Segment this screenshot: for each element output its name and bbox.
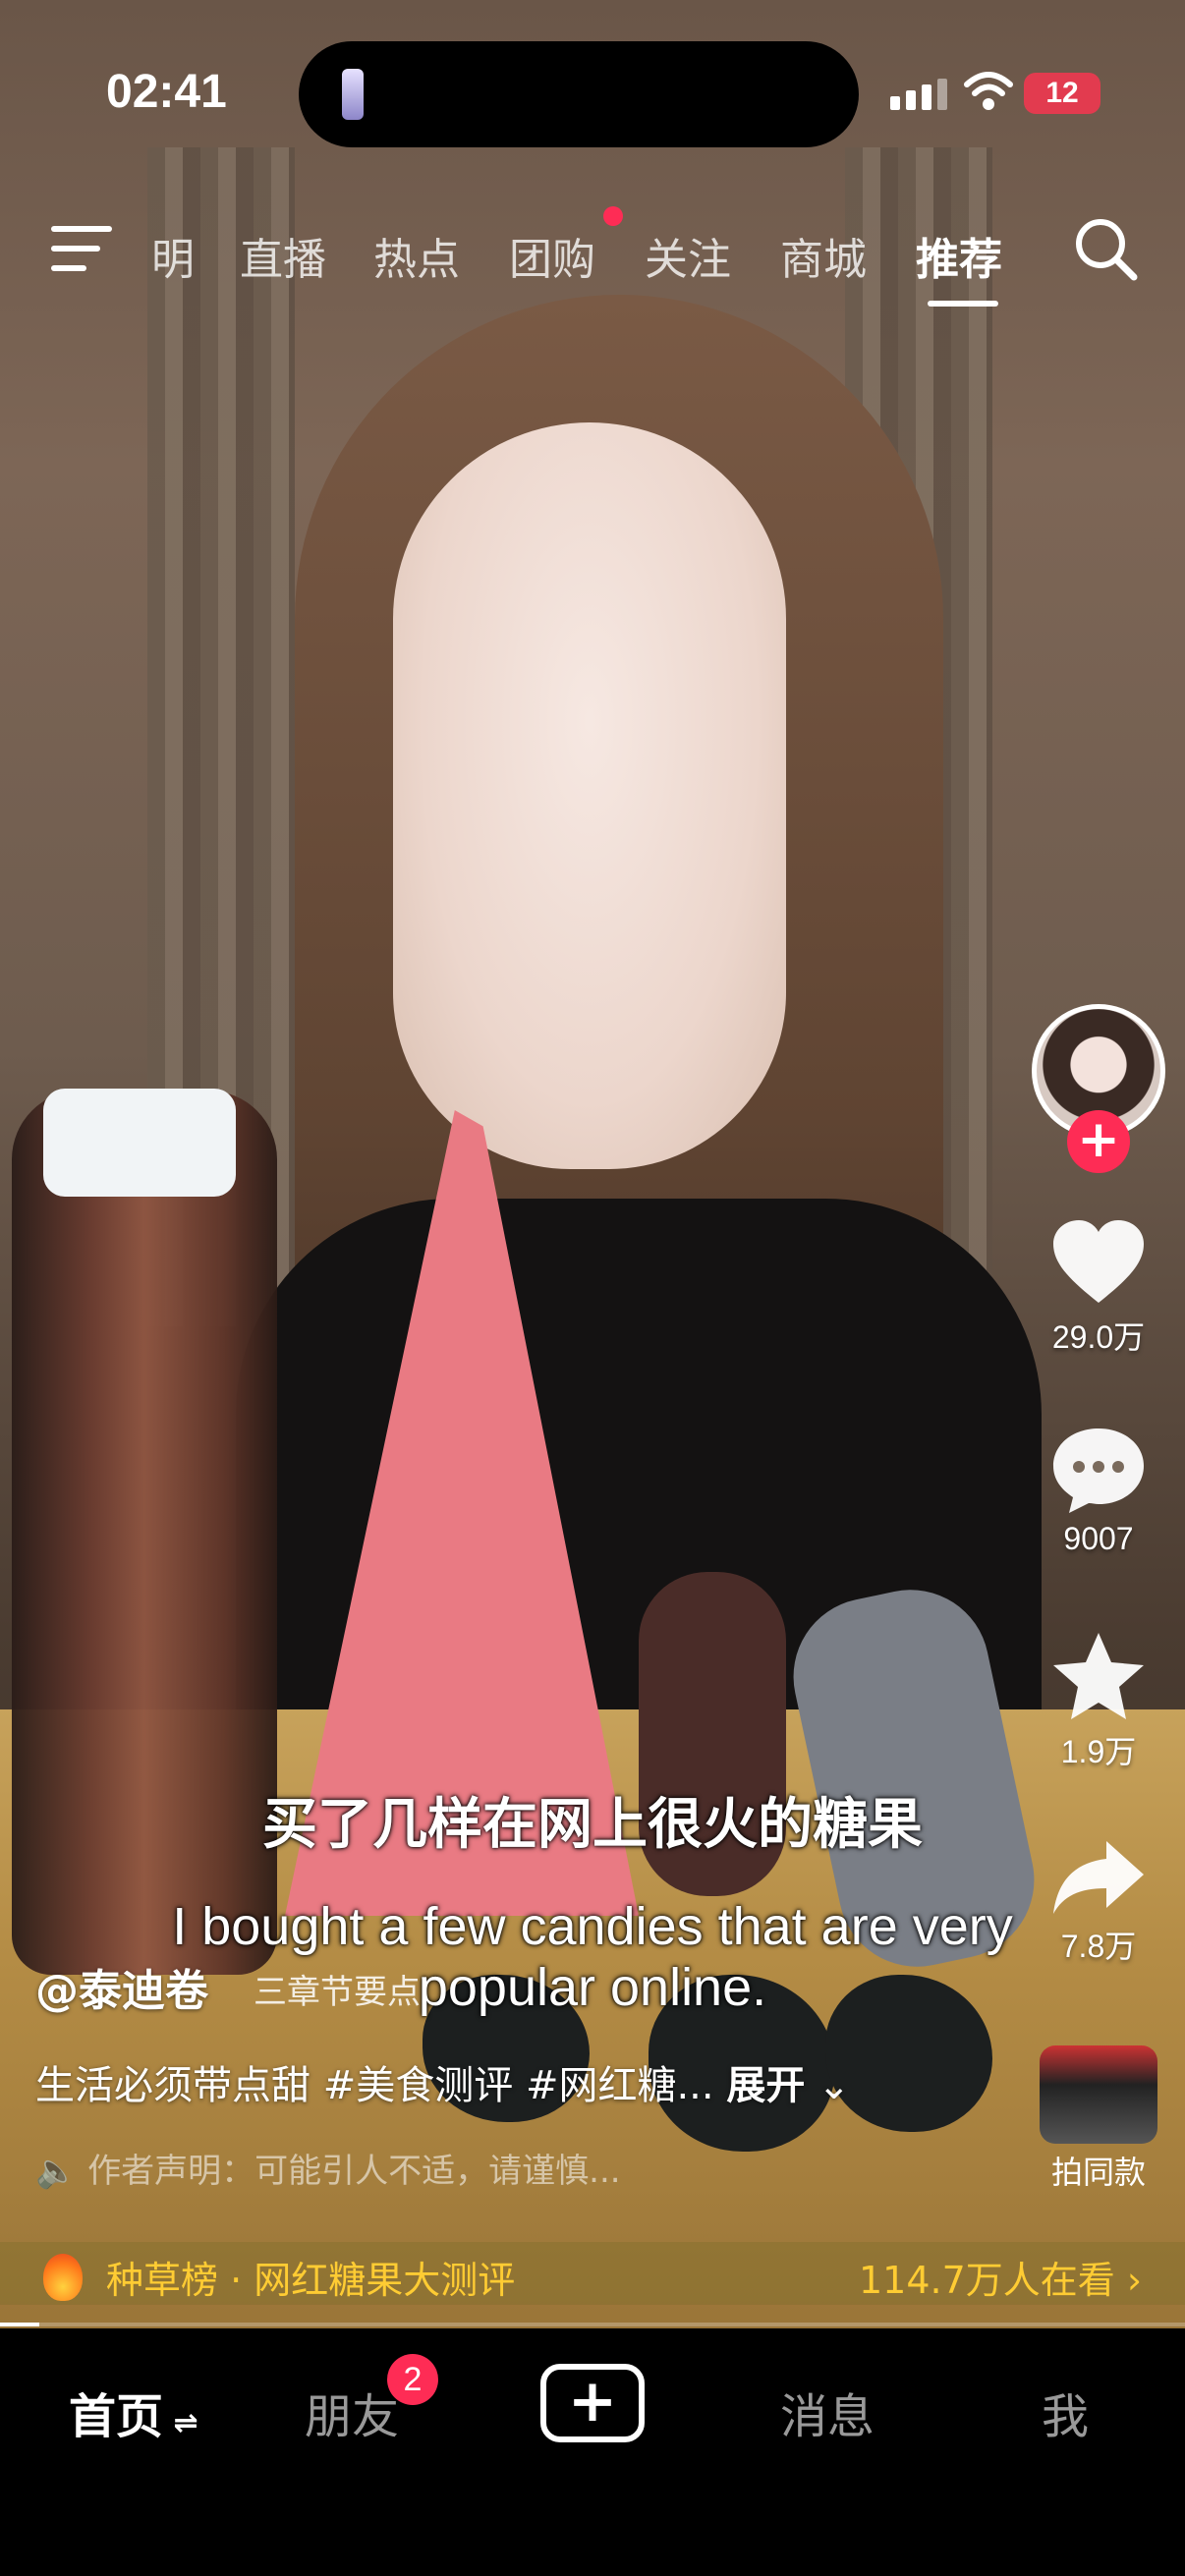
- flashlight-icon: [342, 69, 364, 120]
- notice-text: 作者声明：可能引人不适，请谨慎...: [87, 2152, 621, 2191]
- like-count: 29.0万: [1051, 1319, 1146, 1355]
- fire-icon: [43, 2254, 83, 2301]
- tab-mall[interactable]: 商城: [780, 224, 867, 287]
- wifi-icon: [964, 72, 1013, 110]
- expand-link[interactable]: 展开: [726, 2063, 805, 2108]
- nav-home[interactable]: 首页 ⇌: [69, 2378, 198, 2446]
- same-style-label: 拍同款: [1050, 2154, 1146, 2191]
- tab-recommend[interactable]: 推荐: [916, 224, 1002, 287]
- video-description[interactable]: 生活必须带点甜 #美食测评 #网红糖... 展开 ⌄: [35, 2053, 851, 2110]
- bottle-cap: [43, 1089, 236, 1197]
- video-progress-bar[interactable]: [0, 2323, 1185, 2326]
- search-icon[interactable]: [1071, 214, 1142, 285]
- music-cover-thumbnail: [1040, 2045, 1157, 2144]
- favorite-button[interactable]: 1.9万: [1012, 1631, 1185, 1772]
- create-button[interactable]: +: [540, 2364, 645, 2442]
- tab-partial[interactable]: 明: [151, 224, 195, 287]
- dynamic-island: [299, 41, 859, 147]
- chapter-points[interactable]: 三章节要点: [254, 1965, 421, 2013]
- screen: 02:41 12 明 直播 热点 团购 关注 商城 推荐 + 29.0万 900…: [0, 0, 1185, 2576]
- author-name[interactable]: @泰迪卷: [35, 1955, 208, 2018]
- star-icon: [1053, 1633, 1144, 1719]
- comment-count: 9007: [1063, 1521, 1134, 1556]
- active-tab-indicator: [928, 301, 998, 307]
- chevron-down-icon: ⌄: [818, 2063, 851, 2108]
- subtitle-chinese: 买了几样在网上很火的糖果: [262, 1793, 923, 1857]
- nav-me[interactable]: 我: [1042, 2378, 1089, 2446]
- tab-following[interactable]: 关注: [645, 224, 731, 287]
- heart-icon: [1053, 1220, 1144, 1303]
- top-nav: 明 直播 热点 团购 关注 商城 推荐: [0, 206, 1185, 307]
- switch-icon: ⇌: [163, 2406, 198, 2440]
- battery-indicator: 12: [1024, 73, 1100, 114]
- same-style-button[interactable]: 拍同款: [1030, 2045, 1167, 2193]
- comment-button[interactable]: 9007: [1012, 1425, 1185, 1557]
- favorite-count: 1.9万: [1060, 1734, 1137, 1769]
- like-button[interactable]: 29.0万: [1012, 1218, 1185, 1358]
- friends-badge: 2: [387, 2354, 438, 2405]
- clock: 02:41: [106, 66, 227, 118]
- tab-live[interactable]: 直播: [240, 224, 326, 287]
- hot-list-viewers[interactable]: 114.7万人在看 ›: [859, 2250, 1142, 2304]
- speaker-icon: 🔈: [35, 2152, 78, 2191]
- hot-list-title[interactable]: 种草榜 · 网红糖果大测评: [106, 2250, 515, 2304]
- nav-friends[interactable]: 朋友: [305, 2378, 399, 2446]
- description-text: 生活必须带点甜 #美食测评 #网红糖...: [35, 2063, 714, 2108]
- viewer-count: 114.7万人在看: [859, 2259, 1115, 2302]
- cellular-signal-icon: [890, 79, 947, 110]
- comment-icon: [1053, 1428, 1144, 1513]
- follow-button[interactable]: +: [1067, 1110, 1130, 1173]
- tab-group-buy[interactable]: 团购: [509, 224, 595, 287]
- chevron-right-icon: ›: [1126, 2259, 1143, 2302]
- status-bar: 02:41 12: [0, 0, 1185, 187]
- notification-dot: [603, 206, 623, 226]
- video-progress-fill: [0, 2323, 39, 2326]
- tab-hot[interactable]: 热点: [373, 224, 460, 287]
- person-face: [393, 422, 786, 1169]
- nav-messages[interactable]: 消息: [780, 2378, 875, 2446]
- menu-icon[interactable]: [51, 226, 112, 275]
- author-notice: 🔈 作者声明：可能引人不适，请谨慎...: [35, 2144, 621, 2192]
- nav-home-label: 首页: [69, 2389, 164, 2444]
